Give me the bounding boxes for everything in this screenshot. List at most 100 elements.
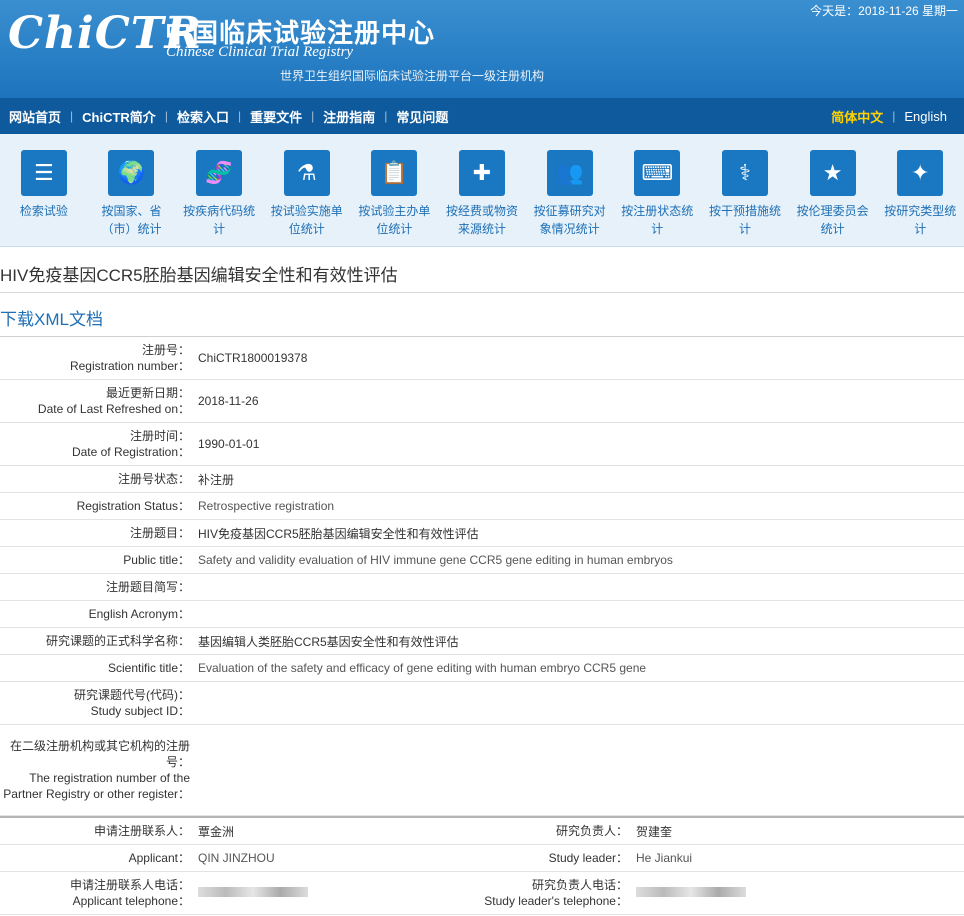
table-row: 注册题目： HIV免疫基因CCR5胚胎基因编辑安全性和有效性评估 (0, 519, 964, 547)
field-label: 申请注册联系人： (0, 817, 196, 845)
label-en: Date of Registration： (71, 445, 190, 459)
leader-name-en: He Jiankui (634, 844, 964, 872)
people-icon: 👥 (546, 150, 593, 196)
stat-by-status[interactable]: ⌨ 按注册状态统计 (613, 134, 701, 238)
status-en: Retrospective registration (196, 492, 964, 520)
table-row: 注册题目简写： (0, 573, 964, 601)
field-label: 研究课题的正式科学名称： (0, 627, 196, 655)
field-label: English Acronym： (0, 600, 196, 628)
applicant-name-en: QIN JINZHOU (196, 844, 428, 872)
stat-by-sponsor[interactable]: 📋 按试验主办单位统计 (351, 134, 439, 238)
today-date: 今天是：2018-11-26 星期一 (810, 4, 958, 18)
nav-search[interactable]: 检索入口 (168, 107, 238, 126)
dna-icon: 🧬 (196, 150, 243, 196)
field-label: 注册号状态： (0, 465, 196, 493)
table-row: 研究课题的正式科学名称： 基因编辑人类胚胎CCR5基因安全性和有效性评估 (0, 627, 964, 655)
lang-english[interactable]: English (895, 109, 956, 124)
applicant-name-cn: 覃金洲 (196, 817, 428, 845)
label-en: Registration number： (69, 359, 190, 373)
contacts-table: 申请注册联系人： 覃金洲 研究负责人： 贺建奎 Applicant： QIN J… (0, 816, 964, 915)
last-refreshed-date: 2018-11-26 (196, 379, 964, 423)
applicant-phone-redacted (196, 871, 428, 915)
study-subject-id (196, 681, 964, 725)
stat-search-trials[interactable]: ☰ 检索试验 (0, 134, 88, 220)
table-row: 最近更新日期： Date of Last Refreshed on： 2018-1… (0, 379, 964, 423)
field-label: Registration Status： (0, 492, 196, 520)
computer-icon: ⌨ (634, 150, 681, 196)
acronym-en (196, 600, 964, 628)
field-label: 注册题目： (0, 519, 196, 547)
language-switch: 简体中文 | English (822, 107, 964, 126)
table-row: 在二级注册机构或其它机构的注册号： The registration number… (0, 724, 964, 816)
label-cn: 申请注册联系人电话： (69, 878, 190, 892)
scientific-title-en: Evaluation of the safety and efficacy of… (196, 654, 964, 682)
table-row: 注册时间： Date of Registration： 1990-01-01 (0, 422, 964, 466)
field-label: Public title： (0, 546, 196, 574)
field-label: Scientific title： (0, 654, 196, 682)
field-label: Applicant： (0, 844, 196, 872)
label-cn: 注册号： (141, 343, 190, 357)
label-cn: 最近更新日期： (105, 386, 190, 400)
stat-by-type[interactable]: ✦ 按研究类型统计 (876, 134, 964, 238)
doctor-icon: ⚕ (721, 150, 768, 196)
table-row: 注册号： Registration number： ChiCTR180001937… (0, 337, 964, 380)
nav-home[interactable]: 网站首页 (0, 107, 70, 126)
field-label: 注册题目简写： (0, 573, 196, 601)
leader-phone-redacted (634, 871, 964, 915)
list-icon: ☰ (20, 150, 67, 196)
label-en: Date of Last Refreshed on： (37, 402, 190, 416)
scientific-title-cn: 基因编辑人类胚胎CCR5基因安全性和有效性评估 (196, 627, 964, 655)
label-cn: 注册时间： (129, 429, 190, 443)
table-row: Registration Status： Retrospective regis… (0, 492, 964, 520)
registration-table: 注册号： Registration number： ChiCTR180001937… (0, 337, 964, 816)
medkit-icon: ✚ (459, 150, 506, 196)
stat-by-disease[interactable]: 🧬 按疾病代码统计 (175, 134, 263, 238)
table-row: English Acronym： (0, 600, 964, 628)
page-title: HIV免疫基因CCR5胚胎基因编辑安全性和有效性评估 (0, 247, 964, 293)
partner-registry-number (196, 724, 964, 816)
redaction-blur (636, 887, 746, 897)
flask-icon: ⚗ (283, 150, 330, 196)
redaction-blur (198, 887, 308, 897)
star-icon: ★ (809, 150, 856, 196)
stat-by-ethics[interactable]: ★ 按伦理委员会统计 (789, 134, 877, 238)
stat-by-region[interactable]: 🌍 按国家、省（市）统计 (88, 134, 176, 238)
registration-number: ChiCTR1800019378 (196, 337, 964, 380)
label-cn: 研究课题代号(代码)： (74, 688, 190, 702)
table-row: Scientific title： Evaluation of the safe… (0, 654, 964, 682)
acronym-cn (196, 573, 964, 601)
nav-documents[interactable]: 重要文件 (241, 107, 311, 126)
table-row: 研究课题代号(代码)： Study subject ID： (0, 681, 964, 725)
site-header: ChiCTR 中国临床试验注册中心 Chinese Clinical Trial… (0, 0, 964, 98)
field-label: 研究负责人： (428, 817, 634, 845)
download-xml-link[interactable]: 下载XML文档 (0, 293, 964, 337)
nav-faq[interactable]: 常见问题 (387, 107, 457, 126)
table-row: 注册号状态： 补注册 (0, 465, 964, 493)
stats-icon-bar: ☰ 检索试验 🌍 按国家、省（市）统计 🧬 按疾病代码统计 ⚗ 按试验实施单位统计 📋 按… (0, 134, 964, 247)
sparkle-icon: ✦ (897, 150, 944, 196)
site-name-en: Chinese Clinical Trial Registry (166, 44, 354, 60)
site-subtitle: 世界卫生组织国际临床试验注册平台一级注册机构 (280, 69, 545, 83)
partner-label-cn: 在二级注册机构或其它机构的注册号： (9, 739, 190, 769)
stat-by-site[interactable]: ⚗ 按试验实施单位统计 (263, 134, 351, 238)
nav-about[interactable]: ChiCTR简介 (73, 107, 165, 126)
registration-date: 1990-01-01 (196, 422, 964, 466)
label-en: Study leader's telephone： (484, 894, 628, 908)
stat-by-intervention[interactable]: ⚕ 按干预措施统计 (701, 134, 789, 238)
public-title-cn: HIV免疫基因CCR5胚胎基因编辑安全性和有效性评估 (196, 519, 964, 547)
partner-label-en: The registration number of the Partner R… (3, 771, 190, 801)
table-row: Public title： Safety and validity evalua… (0, 546, 964, 574)
label-cn: 研究负责人电话： (531, 878, 628, 892)
map-icon: 🌍 (108, 150, 155, 196)
public-title-en: Safety and validity evaluation of HIV im… (196, 546, 964, 574)
nav-guide[interactable]: 注册指南 (314, 107, 384, 126)
clipboard-icon: 📋 (371, 150, 418, 196)
table-row: 申请注册联系人电话： Applicant telephone： 研究负责人电话： S… (0, 871, 964, 915)
leader-name-cn: 贺建奎 (634, 817, 964, 845)
table-row: Applicant： QIN JINZHOU Study leader： He … (0, 844, 964, 872)
label-en: Study subject ID： (90, 704, 190, 718)
stat-by-funding[interactable]: ✚ 按经费或物资来源统计 (438, 134, 526, 238)
main-nav: 网站首页 | ChiCTR简介 | 检索入口 | 重要文件 | 注册指南 | 常见问题 简… (0, 98, 964, 134)
lang-chinese[interactable]: 简体中文 (822, 107, 892, 126)
stat-by-recruitment[interactable]: 👥 按征募研究对象情况统计 (526, 134, 614, 238)
